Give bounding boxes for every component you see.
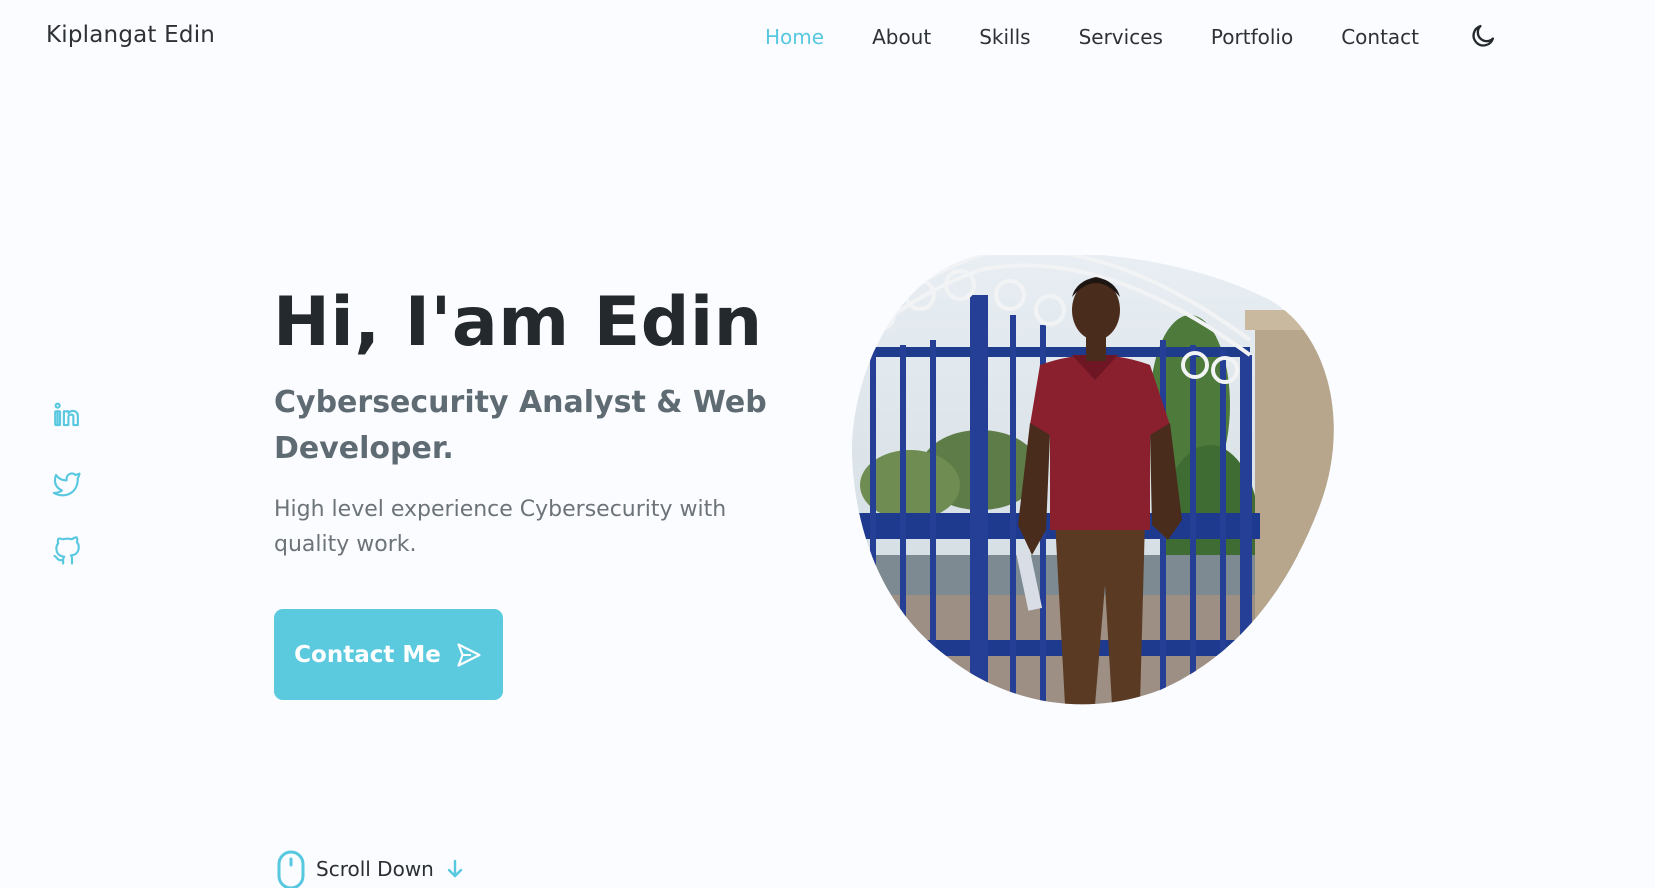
scroll-down-label: Scroll Down (316, 857, 434, 881)
nav-services[interactable]: Services (1079, 25, 1163, 49)
github-link[interactable] (52, 536, 82, 566)
profile-photo (851, 255, 1334, 705)
social-links (52, 400, 82, 604)
mouse-icon (277, 850, 305, 888)
theme-toggle-button[interactable] (1468, 21, 1498, 51)
logo[interactable]: Kiplangat Edin (46, 22, 215, 48)
contact-me-button[interactable]: Contact Me (274, 609, 503, 700)
github-icon (53, 536, 80, 565)
hero-title: Hi, I'am Edin (273, 283, 763, 362)
nav-home[interactable]: Home (765, 25, 824, 49)
twitter-icon (52, 472, 81, 497)
nav-about[interactable]: About (872, 25, 931, 49)
scroll-down-link[interactable]: Scroll Down (276, 849, 464, 888)
main-nav: Home About Skills Services Portfolio Con… (765, 22, 1467, 52)
twitter-link[interactable] (52, 468, 82, 498)
hero-description: High level experience Cybersecurity with… (274, 497, 727, 557)
contact-me-label: Contact Me (294, 641, 441, 668)
send-icon (457, 642, 481, 667)
nav-skills[interactable]: Skills (979, 25, 1030, 49)
nav-portfolio[interactable]: Portfolio (1211, 25, 1293, 49)
header: Kiplangat Edin Home About Skills Service… (0, 0, 1655, 74)
moon-icon (1472, 24, 1495, 47)
linkedin-icon (54, 402, 79, 427)
nav-contact[interactable]: Contact (1341, 25, 1419, 49)
page: Kiplangat Edin Home About Skills Service… (0, 0, 1655, 888)
hero-subtitle: Cybersecurity Analyst & Web Developer. (274, 385, 767, 466)
linkedin-link[interactable] (52, 400, 82, 430)
arrow-down-icon (447, 859, 463, 878)
